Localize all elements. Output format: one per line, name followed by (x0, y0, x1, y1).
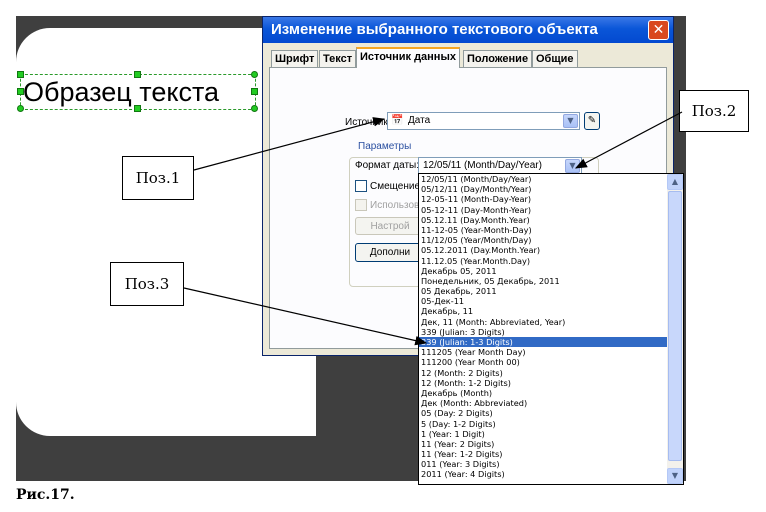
dropdown-item[interactable]: 11 (Year: 1-2 Digits) (419, 449, 668, 459)
offset-checkbox[interactable] (355, 180, 367, 192)
close-button[interactable]: ✕ (648, 20, 669, 40)
dropdown-item[interactable]: 111205 (Year Month Day) (419, 347, 668, 357)
dropdown-item[interactable]: 05/12/11 (Day/Month/Year) (419, 184, 668, 194)
dropdown-item[interactable]: 05 Декабрь, 2011 (419, 286, 668, 296)
scroll-thumb[interactable] (668, 191, 682, 461)
dropdown-items: 12/05/11 (Month/Day/Year) 05/12/11 (Day/M… (419, 174, 668, 480)
dropdown-item[interactable]: 12 (Month: 1-2 Digits) (419, 378, 668, 388)
resize-handle[interactable] (17, 105, 24, 112)
dropdown-item[interactable]: 339 (Julian: 1-3 Digits) (419, 337, 668, 348)
callout-pos3: Поз.3 (110, 262, 184, 306)
parameters-group-label: Параметры (356, 141, 414, 152)
resize-handle[interactable] (134, 105, 141, 112)
resize-handle[interactable] (251, 105, 258, 112)
dropdown-item[interactable]: 05 (Day: 2 Digits) (419, 408, 668, 418)
callout-pos2: Поз.2 (679, 90, 749, 132)
dropdown-item[interactable]: 12-05-11 (Month-Day-Year) (419, 194, 668, 204)
dropdown-item[interactable]: 11/12/05 (Year/Month/Day) (419, 235, 668, 245)
dropdown-item[interactable]: 11-12-05 (Year-Month-Day) (419, 225, 668, 235)
more-button[interactable]: Дополни (355, 243, 425, 262)
resize-handle[interactable] (251, 88, 258, 95)
dropdown-item[interactable]: Дек, 11 (Month: Abbreviated, Year) (419, 317, 668, 327)
figure-caption: Рис.17. (16, 487, 75, 503)
tab-font[interactable]: Шрифт (271, 50, 319, 67)
chevron-down-icon[interactable]: ▼ (563, 114, 578, 128)
dropdown-item[interactable]: 2011 (Year: 4 Digits) (419, 469, 668, 479)
resize-handle[interactable] (17, 71, 24, 78)
settings-button[interactable]: Настрой (355, 217, 425, 235)
dropdown-item[interactable]: 011 (Year: 3 Digits) (419, 459, 668, 469)
resize-handle[interactable] (134, 71, 141, 78)
date-format-dropdown[interactable]: 12/05/11 (Month/Day/Year) 05/12/11 (Day/M… (418, 173, 684, 485)
calendar-icon: 📅 (391, 115, 404, 126)
tab-text[interactable]: Текст (319, 50, 357, 67)
dropdown-item[interactable]: Декабрь (Month) (419, 388, 668, 398)
use-checkbox[interactable] (355, 199, 367, 211)
dropdown-scrollbar[interactable]: ▲ ▼ (667, 174, 683, 484)
dropdown-item[interactable]: 11 (Year: 2 Digits) (419, 439, 668, 449)
source-combo[interactable]: 📅 Дата ▼ (387, 112, 580, 130)
callout-pos1: Поз.1 (122, 156, 194, 200)
dropdown-item[interactable]: 05-12-11 (Day-Month-Year) (419, 205, 668, 215)
source-label: Источник: (345, 117, 391, 128)
wizard-button[interactable]: ✎ (584, 112, 600, 130)
dropdown-item[interactable]: Декабрь, 11 (419, 306, 668, 316)
dropdown-item[interactable]: Дек (Month: Abbreviated) (419, 398, 668, 408)
dropdown-item[interactable]: 111200 (Year Month 00) (419, 357, 668, 367)
dropdown-item[interactable]: 12 (Month: 2 Digits) (419, 368, 668, 378)
dropdown-item[interactable]: Декабрь 05, 2011 (419, 266, 668, 276)
more-button-label: Дополни (369, 247, 411, 258)
dropdown-item[interactable]: Понедельник, 05 Декабрь, 2011 (419, 276, 668, 286)
dropdown-item[interactable]: 05-Дек-11 (419, 296, 668, 306)
dropdown-item[interactable]: 12/05/11 (Month/Day/Year) (419, 174, 668, 184)
date-format-value: 12/05/11 (Month/Day/Year) (423, 160, 542, 171)
dropdown-item[interactable]: 5 (Day: 1-2 Digits) (419, 419, 668, 429)
date-format-label: Формат даты: (355, 160, 420, 171)
scroll-down-icon[interactable]: ▼ (667, 468, 683, 484)
dropdown-item[interactable]: 1 (Year: 1 Digit) (419, 429, 668, 439)
offset-label: Смещение: (370, 181, 423, 192)
chevron-down-icon[interactable]: ▼ (565, 159, 580, 173)
dropdown-item[interactable]: 339 (Julian: 3 Digits) (419, 327, 668, 337)
tab-data-source[interactable]: Источник данных (356, 47, 460, 68)
scroll-up-icon[interactable]: ▲ (667, 174, 683, 190)
tab-general[interactable]: Общие (532, 50, 578, 67)
resize-handle[interactable] (17, 88, 24, 95)
dropdown-item[interactable]: 05.12.11 (Day.Month.Year) (419, 215, 668, 225)
dropdown-item[interactable]: 11.12.05 (Year.Month.Day) (419, 256, 668, 266)
source-value: Дата (408, 115, 431, 126)
sample-text-object[interactable]: Образец текста (17, 71, 258, 112)
sample-text: Образец текста (23, 77, 220, 107)
resize-handle[interactable] (251, 71, 258, 78)
dialog-title: Изменение выбранного текстового объекта (263, 17, 673, 43)
settings-button-label: Настрой (370, 221, 410, 232)
tab-position[interactable]: Положение (463, 50, 533, 67)
dropdown-item[interactable]: 05.12.2011 (Day.Month.Year) (419, 245, 668, 255)
